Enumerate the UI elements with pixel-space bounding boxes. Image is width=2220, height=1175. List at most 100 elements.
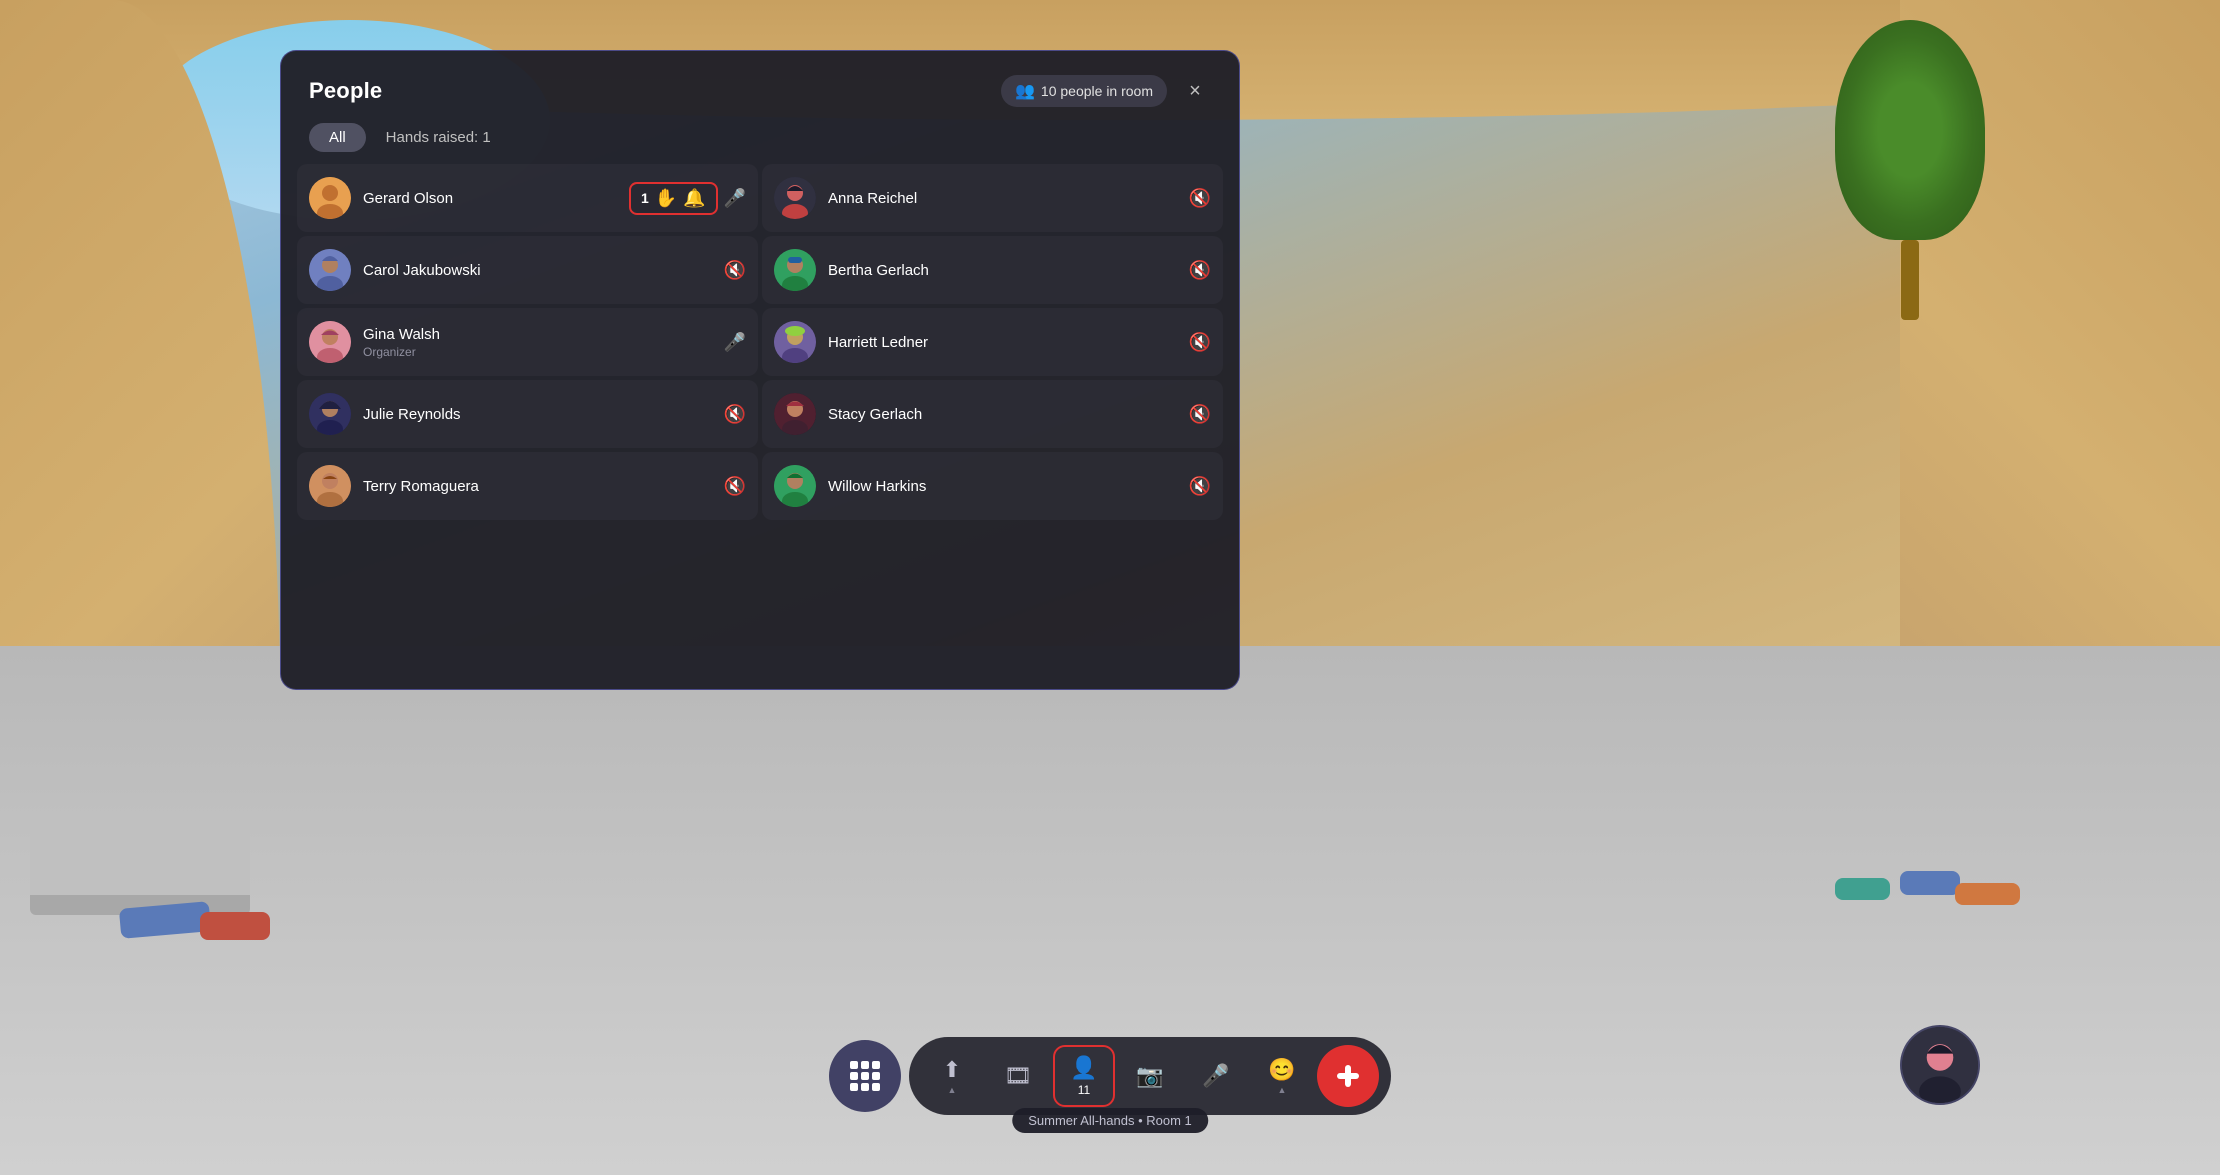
film-icon: 🎞 <box>1004 1063 1032 1089</box>
camera-icon: 📷 <box>1136 1063 1163 1089</box>
person-row-carol[interactable]: Carol Jakubowski 🔇 <box>297 236 758 304</box>
person-row-willow[interactable]: Willow Harkins 🔇 <box>762 452 1223 520</box>
person-actions-gerard: 1 ✋ 🔔 🎤 <box>629 182 746 215</box>
person-row-bertha[interactable]: Bertha Gerlach 🔇 <box>762 236 1223 304</box>
avatar-bertha <box>774 249 816 291</box>
people-group-icon: 👥 <box>1015 81 1035 101</box>
avatar-anna <box>774 177 816 219</box>
raised-hand-icon: ✋ <box>655 188 677 209</box>
person-actions-julie: 🔇 <box>724 404 746 425</box>
person-name-terry: Terry Romaguera <box>363 478 724 495</box>
user-avatar-image <box>1902 1025 1978 1105</box>
mic-muted-icon-terry: 🔇 <box>724 476 746 497</box>
panel-tabs: All Hands raised: 1 <box>281 123 1239 152</box>
person-row-julie[interactable]: Julie Reynolds 🔇 <box>297 380 758 448</box>
person-row-stacy[interactable]: Stacy Gerlach 🔇 <box>762 380 1223 448</box>
tab-hands-raised[interactable]: Hands raised: 1 <box>374 123 503 152</box>
person-name-harriett: Harriett Ledner <box>828 334 1189 351</box>
person-name-stacy: Stacy Gerlach <box>828 406 1189 423</box>
mic-muted-icon-harriett: 🔇 <box>1189 332 1211 353</box>
avatar-stacy <box>774 393 816 435</box>
apps-button[interactable] <box>829 1040 901 1112</box>
tree <box>1820 20 2000 320</box>
person-name-bertha: Bertha Gerlach <box>828 262 1189 279</box>
person-info-julie: Julie Reynolds <box>363 406 724 423</box>
mic-on-icon-gerard: 🎤 <box>724 188 746 209</box>
person-actions-willow: 🔇 <box>1189 476 1211 497</box>
person-actions-bertha: 🔇 <box>1189 260 1211 281</box>
toolbar: ⬆ ▲ 🎞 👤 11 📷 🎤 😊 ▲ <box>829 1037 1391 1115</box>
reaction-icon: 😊 <box>1268 1057 1295 1083</box>
tree-trunk <box>1901 240 1919 320</box>
people-button[interactable]: 👤 11 <box>1053 1045 1115 1107</box>
person-info-anna: Anna Reichel <box>828 190 1189 207</box>
person-info-terry: Terry Romaguera <box>363 478 724 495</box>
mic-button[interactable]: 🎤 <box>1185 1045 1247 1107</box>
content-button[interactable]: 🎞 <box>987 1045 1049 1107</box>
person-info-carol: Carol Jakubowski <box>363 262 724 279</box>
apps-grid-icon <box>850 1061 880 1091</box>
status-label: Summer All-hands • Room 1 <box>1012 1108 1208 1133</box>
avatar-willow <box>774 465 816 507</box>
person-info-stacy: Stacy Gerlach <box>828 406 1189 423</box>
people-count-badge: 👥 10 people in room <box>1001 75 1167 107</box>
reaction-arrow-icon: ▲ <box>1278 1085 1287 1095</box>
person-info-gina: Gina Walsh Organizer <box>363 326 724 359</box>
mic-muted-icon-anna: 🔇 <box>1189 188 1211 209</box>
cushion-orange <box>1955 883 2020 905</box>
person-info-gerard: Gerard Olson <box>363 190 629 207</box>
person-name-carol: Carol Jakubowski <box>363 262 724 279</box>
leave-button[interactable] <box>1317 1045 1379 1107</box>
user-avatar-br <box>1900 1025 1980 1105</box>
person-actions-terry: 🔇 <box>724 476 746 497</box>
share-button[interactable]: ⬆ ▲ <box>921 1045 983 1107</box>
share-icon: ⬆ <box>943 1057 961 1083</box>
panel-header: People 👥 10 people in room × <box>281 51 1239 123</box>
mic-muted-icon-bertha: 🔇 <box>1189 260 1211 281</box>
person-row-terry[interactable]: Terry Romaguera 🔇 <box>297 452 758 520</box>
person-role-gina: Organizer <box>363 345 724 359</box>
hand-count: 1 <box>641 190 649 206</box>
person-name-willow: Willow Harkins <box>828 478 1189 495</box>
people-list: Gerard Olson 1 ✋ 🔔 🎤 <box>281 164 1239 689</box>
person-info-bertha: Bertha Gerlach <box>828 262 1189 279</box>
avatar-gina <box>309 321 351 363</box>
people-count-text: 10 people in room <box>1041 83 1153 99</box>
tree-foliage <box>1835 20 1985 240</box>
person-name-gerard: Gerard Olson <box>363 190 629 207</box>
bell-icon: 🔔 <box>683 188 705 209</box>
cushion-red <box>200 912 270 940</box>
person-actions-harriett: 🔇 <box>1189 332 1211 353</box>
panel-header-right: 👥 10 people in room × <box>1001 75 1211 107</box>
avatar-terry <box>309 465 351 507</box>
mic-muted-icon-carol: 🔇 <box>724 260 746 281</box>
reaction-button[interactable]: 😊 ▲ <box>1251 1045 1313 1107</box>
panel-title: People <box>309 78 382 104</box>
mic-toolbar-icon: 🎤 <box>1202 1063 1229 1089</box>
person-name-gina: Gina Walsh <box>363 326 724 343</box>
people-panel: People 👥 10 people in room × All Hands r… <box>280 50 1240 690</box>
leave-icon <box>1335 1063 1361 1089</box>
person-row-gerard[interactable]: Gerard Olson 1 ✋ 🔔 🎤 <box>297 164 758 232</box>
close-button[interactable]: × <box>1179 75 1211 107</box>
toolbar-main: ⬆ ▲ 🎞 👤 11 📷 🎤 😊 ▲ <box>909 1037 1391 1115</box>
person-row-gina[interactable]: Gina Walsh Organizer 🎤 <box>297 308 758 376</box>
cushion-blue2 <box>1900 871 1960 895</box>
person-actions-gina: 🎤 <box>724 332 746 353</box>
person-row-anna[interactable]: Anna Reichel 🔇 <box>762 164 1223 232</box>
person-actions-carol: 🔇 <box>724 260 746 281</box>
tab-all[interactable]: All <box>309 123 366 152</box>
avatar-gerard <box>309 177 351 219</box>
people-toolbar-count: 11 <box>1078 1083 1090 1097</box>
person-name-julie: Julie Reynolds <box>363 406 724 423</box>
mic-on-icon-gina: 🎤 <box>724 332 746 353</box>
person-actions-stacy: 🔇 <box>1189 404 1211 425</box>
person-row-harriett[interactable]: Harriett Ledner 🔇 <box>762 308 1223 376</box>
share-arrow-icon: ▲ <box>948 1085 957 1095</box>
cushion-teal <box>1835 878 1890 900</box>
camera-button[interactable]: 📷 <box>1119 1045 1181 1107</box>
person-info-willow: Willow Harkins <box>828 478 1189 495</box>
avatar-julie <box>309 393 351 435</box>
raised-hand-box: 1 ✋ 🔔 <box>629 182 718 215</box>
people-icon: 👤 <box>1070 1055 1097 1081</box>
